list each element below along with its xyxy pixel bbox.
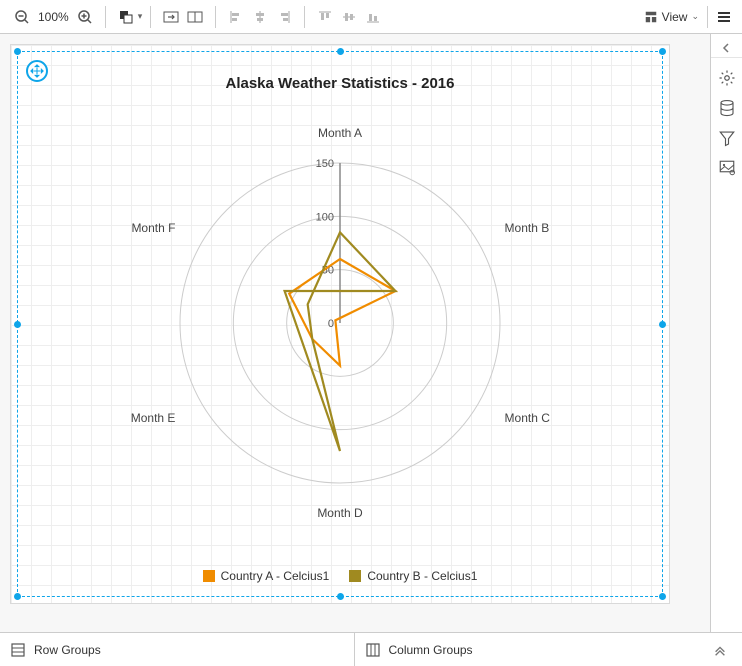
resize-handle[interactable]	[659, 321, 666, 328]
align-left-button	[224, 5, 248, 29]
separator	[150, 6, 151, 28]
resize-handle[interactable]	[659, 48, 666, 55]
separator	[215, 6, 216, 28]
zoom-level: 100%	[34, 10, 73, 24]
chart-title: Alaska Weather Statistics - 2016	[11, 75, 669, 92]
settings-button[interactable]	[717, 68, 737, 88]
legend-swatch	[349, 570, 361, 582]
svg-text:Month C: Month C	[505, 411, 551, 425]
radar-chart: 050100150Month AMonth BMonth CMonth DMon…	[80, 103, 600, 543]
column-groups-panel[interactable]: Column Groups	[354, 633, 709, 666]
view-icon	[644, 10, 658, 24]
fill-color-button[interactable]	[114, 5, 138, 29]
design-canvas[interactable]: Alaska Weather Statistics - 2016 0501001…	[10, 44, 670, 604]
legend: Country A - Celcius1 Country B - Celcius1	[11, 569, 669, 583]
resize-handle[interactable]	[337, 593, 344, 600]
bottom-panel: Row Groups Column Groups	[0, 632, 742, 666]
zoom-out-button[interactable]	[10, 5, 34, 29]
column-groups-label: Column Groups	[389, 643, 473, 657]
separator	[105, 6, 106, 28]
filter-button[interactable]	[717, 128, 737, 148]
rows-icon	[10, 642, 26, 658]
legend-item: Country B - Celcius1	[349, 569, 477, 583]
svg-text:0: 0	[328, 318, 334, 330]
hamburger-menu-button[interactable]	[710, 5, 738, 29]
resize-handle[interactable]	[14, 593, 21, 600]
split-cells-button[interactable]	[183, 5, 207, 29]
legend-label: Country B - Celcius1	[367, 569, 477, 583]
legend-label: Country A - Celcius1	[221, 569, 330, 583]
legend-swatch	[203, 570, 215, 582]
chevron-down-icon: ⌄	[691, 11, 699, 22]
align-middle-v-button	[337, 5, 361, 29]
view-menu-button[interactable]: View ⌄	[638, 5, 705, 29]
align-center-h-button	[248, 5, 272, 29]
canvas-area[interactable]: Alaska Weather Statistics - 2016 0501001…	[0, 34, 710, 632]
view-label: View	[662, 10, 688, 24]
data-button[interactable]	[717, 98, 737, 118]
chevron-down-icon: ▾	[138, 11, 143, 22]
svg-text:Month E: Month E	[131, 411, 176, 425]
svg-text:100: 100	[316, 211, 334, 223]
align-right-button	[272, 5, 296, 29]
align-bottom-button	[361, 5, 385, 29]
resize-handle[interactable]	[659, 593, 666, 600]
resize-handle[interactable]	[14, 48, 21, 55]
svg-text:Month A: Month A	[318, 126, 362, 140]
legend-item: Country A - Celcius1	[203, 569, 330, 583]
row-groups-panel[interactable]: Row Groups	[0, 633, 354, 666]
align-top-button	[313, 5, 337, 29]
image-settings-button[interactable]	[717, 158, 737, 178]
separator	[304, 6, 305, 28]
toolbar: 100% ▾	[0, 0, 742, 34]
svg-text:150: 150	[316, 158, 334, 170]
row-groups-label: Row Groups	[34, 643, 101, 657]
resize-handle[interactable]	[14, 321, 21, 328]
resize-handle[interactable]	[337, 48, 344, 55]
svg-text:Month D: Month D	[317, 506, 363, 520]
zoom-in-button[interactable]	[73, 5, 97, 29]
side-panel	[710, 34, 742, 632]
columns-icon	[365, 642, 381, 658]
separator	[707, 6, 708, 28]
merge-cells-button[interactable]	[159, 5, 183, 29]
collapse-panel-button[interactable]	[711, 38, 742, 58]
svg-text:Month B: Month B	[505, 221, 550, 235]
svg-text:Month F: Month F	[131, 221, 175, 235]
expand-panel-button[interactable]	[708, 638, 732, 662]
